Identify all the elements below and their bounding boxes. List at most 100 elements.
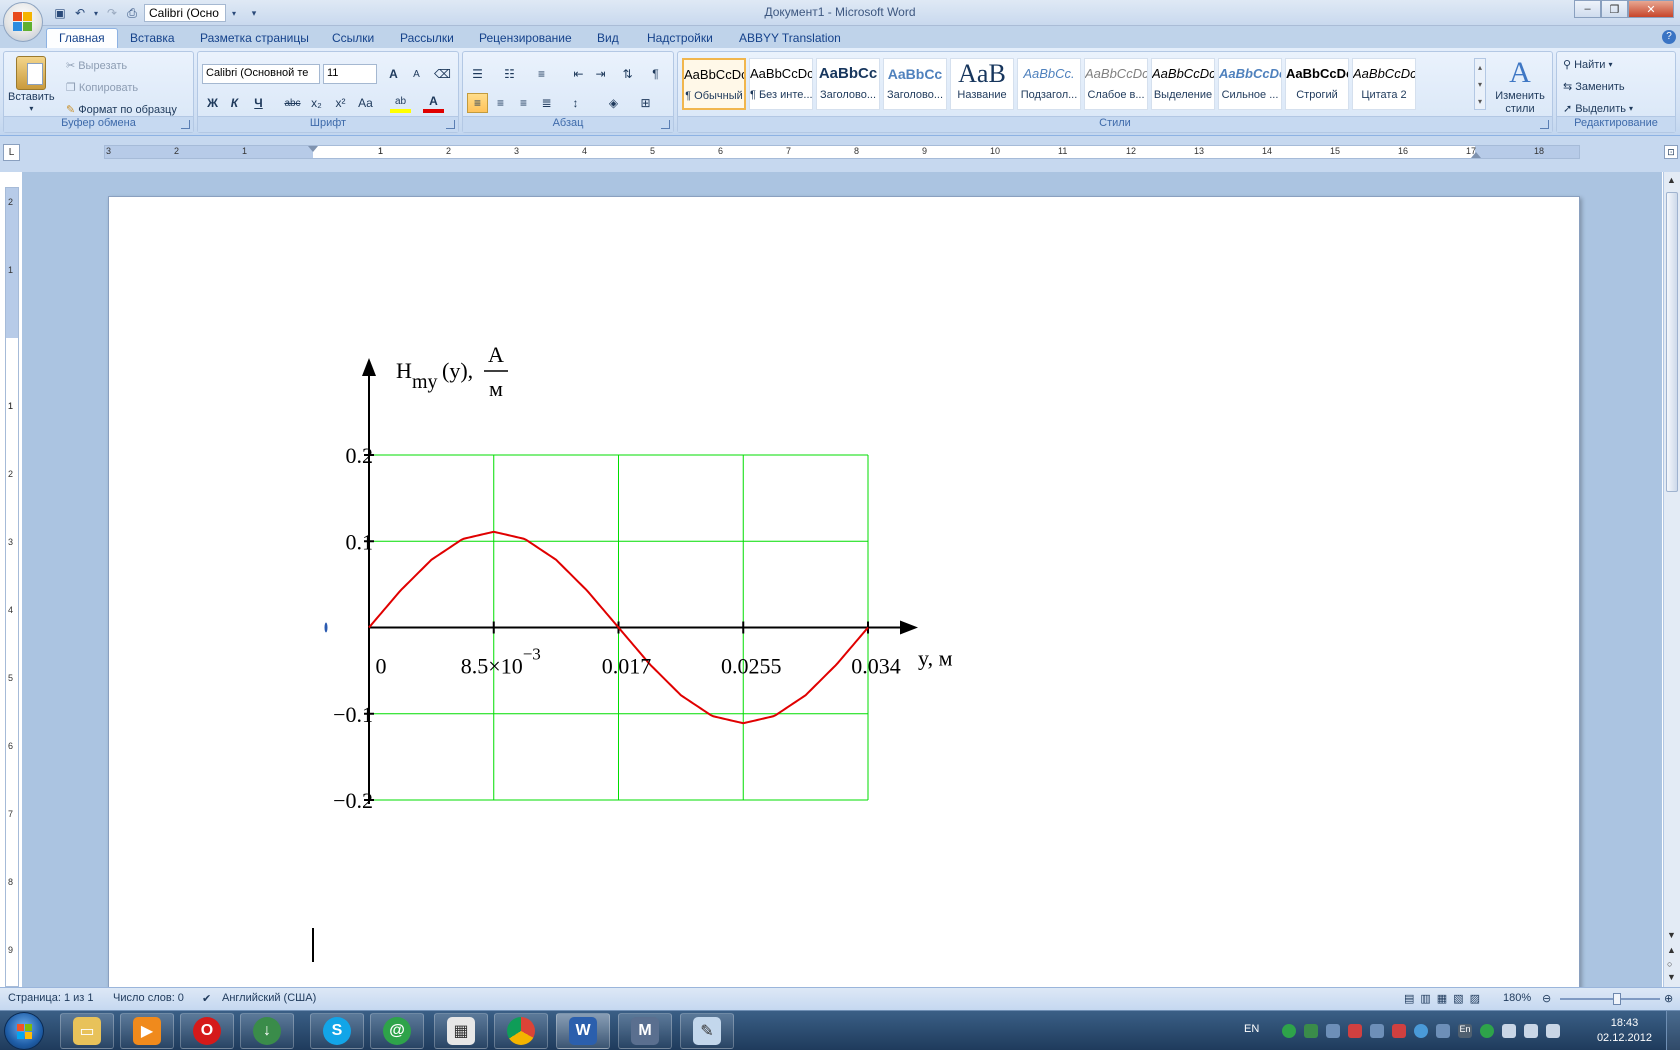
style-item[interactable]: AaBbCcDc ¶ Без инте... [749, 58, 813, 110]
change-styles-button[interactable]: A Изменить стили [1492, 56, 1548, 116]
tray-skype-icon[interactable] [1414, 1024, 1428, 1038]
show-marks-icon[interactable]: ¶ [645, 64, 666, 84]
tab-review[interactable]: Рецензирование [479, 29, 572, 48]
status-page[interactable]: Страница: 1 из 1 [8, 992, 94, 1004]
show-desktop-button[interactable] [1666, 1011, 1680, 1050]
style-item[interactable]: AaBbCcDc Сильное ... [1218, 58, 1282, 110]
scroll-thumb[interactable] [1666, 192, 1678, 492]
taskbar-calculator[interactable]: ▦ [434, 1013, 488, 1049]
taskbar-media-player[interactable]: ▶ [120, 1013, 174, 1049]
status-language[interactable]: Английский (США) [222, 992, 316, 1004]
tray-sync-icon[interactable] [1370, 1024, 1384, 1038]
paste-button[interactable]: Вставить ▾ [8, 56, 55, 113]
font-launcher-icon[interactable] [446, 120, 455, 129]
maximize-button[interactable]: ❐ [1601, 0, 1628, 18]
office-button[interactable] [3, 2, 43, 42]
cut-button[interactable]: ✂ Вырезать [66, 59, 127, 73]
strikethrough-button[interactable]: abc [282, 93, 303, 113]
subscript-button[interactable]: x₂ [306, 93, 327, 113]
horizontal-ruler[interactable]: 3 2 1 1 1 2 3 4 5 6 7 8 9 10 11 12 13 14 15 16 17 18 [104, 145, 1580, 159]
tray-antivirus-icon[interactable] [1348, 1024, 1362, 1038]
style-item[interactable]: AaBbCcDc Выделение [1151, 58, 1215, 110]
find-button[interactable]: ⚲ Найти ▾ [1563, 58, 1612, 72]
borders-icon[interactable]: ⊞ [635, 93, 656, 113]
style-item[interactable]: AaBbCc. Подзагол... [1017, 58, 1081, 110]
numbering-icon[interactable]: ☷ [499, 64, 520, 84]
superscript-button[interactable]: x² [330, 93, 351, 113]
start-button[interactable] [4, 1012, 44, 1050]
tray-volume-icon[interactable] [1524, 1024, 1538, 1038]
tray-en-icon[interactable]: En [1458, 1024, 1472, 1038]
tab-insert[interactable]: Вставка [130, 29, 175, 48]
style-item[interactable]: AaBbCc Заголово... [816, 58, 880, 110]
font-size-field[interactable]: 11 [323, 64, 377, 84]
align-right-icon[interactable]: ≡ [513, 93, 534, 113]
taskbar-chrome[interactable] [494, 1013, 548, 1049]
zoom-out-icon[interactable]: ⊖ [1542, 992, 1551, 1005]
tab-abbyy-translation[interactable]: ABBYY Translation [739, 29, 841, 48]
style-item[interactable]: AaBbCcDc Слабое в... [1084, 58, 1148, 110]
decrease-indent-icon[interactable]: ⇤ [568, 64, 589, 84]
scroll-down-icon[interactable]: ▼ [1667, 930, 1676, 940]
shrink-font-button[interactable]: A [406, 64, 427, 84]
zoom-slider[interactable] [1560, 998, 1660, 1000]
replace-button[interactable]: ⇆ Заменить [1563, 80, 1625, 94]
tray-power-icon[interactable] [1546, 1024, 1560, 1038]
tray-utorrent-icon[interactable] [1480, 1024, 1494, 1038]
tab-addins[interactable]: Надстройки [647, 29, 713, 48]
multilevel-list-icon[interactable]: ≡ [531, 64, 552, 84]
grow-font-button[interactable]: A [383, 64, 404, 84]
right-indent-marker-icon[interactable] [1471, 152, 1481, 158]
style-item[interactable]: AaBbCc Заголово... [883, 58, 947, 110]
scroll-up-icon[interactable]: ▲ [1667, 175, 1676, 185]
vertical-scrollbar[interactable]: ▲ ▼ ▲ ○ ▼ [1663, 172, 1680, 987]
tray-download-icon[interactable] [1304, 1024, 1318, 1038]
browse-object-icon[interactable]: ○ [1667, 959, 1672, 969]
zoom-level[interactable]: 180% [1503, 992, 1531, 1004]
next-page-icon[interactable]: ▼ [1667, 972, 1676, 982]
highlight-button[interactable]: ab [390, 93, 411, 113]
prev-page-icon[interactable]: ▲ [1667, 945, 1676, 955]
spellcheck-icon[interactable]: ✔ [202, 992, 211, 1005]
tab-view[interactable]: Вид [597, 29, 619, 48]
paragraph-launcher-icon[interactable] [661, 120, 670, 129]
style-item[interactable]: AaB Название [950, 58, 1014, 110]
tab-references[interactable]: Ссылки [332, 29, 374, 48]
italic-button[interactable]: К [224, 93, 245, 113]
bullets-icon[interactable]: ☰ [467, 64, 488, 84]
taskbar-mathcad[interactable]: M [618, 1013, 672, 1049]
styles-scroll[interactable]: ▴ ▾ ▾ [1474, 58, 1486, 110]
bold-button[interactable]: Ж [202, 93, 223, 113]
tab-mailings[interactable]: Рассылки [400, 29, 454, 48]
copy-button[interactable]: ❐ Копировать [66, 81, 138, 95]
minimize-button[interactable]: – [1574, 0, 1601, 18]
zoom-in-icon[interactable]: ⊕ [1664, 992, 1673, 1005]
taskbar-paint[interactable]: ✎ [680, 1013, 734, 1049]
shading-icon[interactable]: ◈ [603, 93, 624, 113]
taskbar-mail-agent[interactable]: @ [370, 1013, 424, 1049]
style-item[interactable]: AaBbCcDc Цитата 2 [1352, 58, 1416, 110]
font-name-field[interactable]: Calibri (Основной те [202, 64, 320, 84]
taskbar-skype[interactable]: S [310, 1013, 364, 1049]
taskbar-explorer[interactable]: ▭ [60, 1013, 114, 1049]
tray-agent-icon[interactable] [1282, 1024, 1296, 1038]
taskbar-word[interactable]: W [556, 1013, 610, 1049]
view-buttons[interactable]: ▤▥▦▧▨ [1404, 992, 1486, 1005]
paste-dropdown-icon[interactable]: ▾ [29, 104, 33, 113]
align-left-icon[interactable]: ≡ [467, 93, 488, 113]
tray-flag2-icon[interactable] [1502, 1024, 1516, 1038]
tray-update-icon[interactable] [1436, 1024, 1450, 1038]
change-case-button[interactable]: Aa [355, 93, 376, 113]
select-button[interactable]: ➚ Выделить ▾ [1563, 102, 1633, 116]
tray-network-icon[interactable] [1326, 1024, 1340, 1038]
status-words[interactable]: Число слов: 0 [113, 992, 184, 1004]
view-ruler-icon[interactable]: ⊡ [1664, 145, 1678, 159]
taskbar-downloader[interactable]: ↓ [240, 1013, 294, 1049]
font-color-button[interactable]: A [423, 93, 444, 113]
align-center-icon[interactable]: ≡ [490, 93, 511, 113]
indent-marker-icon[interactable] [308, 146, 318, 152]
zoom-thumb[interactable] [1613, 993, 1621, 1005]
sort-icon[interactable]: ⇅ [617, 64, 638, 84]
keyboard-language[interactable]: EN [1244, 1023, 1259, 1035]
justify-icon[interactable]: ≣ [536, 93, 557, 113]
